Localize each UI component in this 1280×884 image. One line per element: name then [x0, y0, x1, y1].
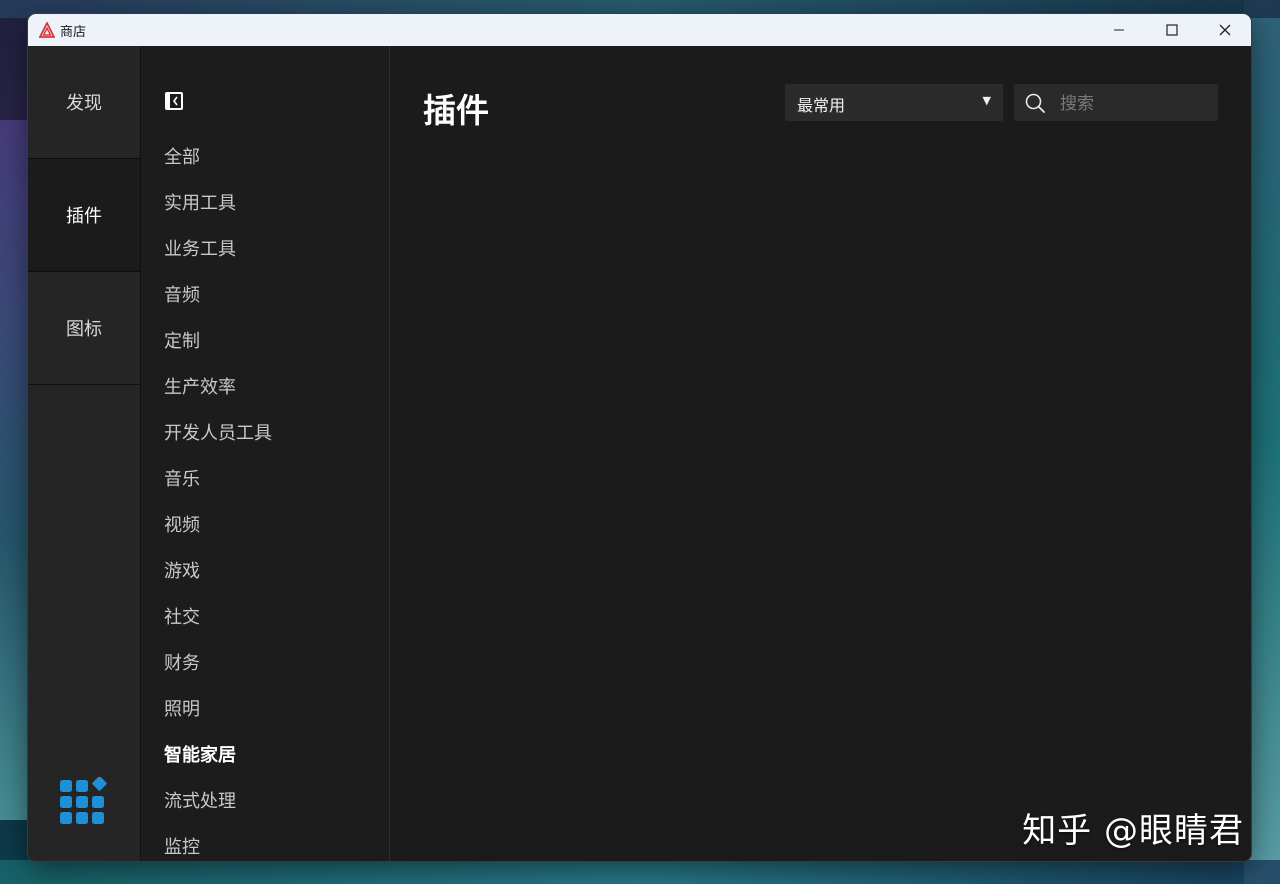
category-item-smart-home[interactable]: 智能家居	[164, 741, 272, 787]
maximize-button[interactable]	[1145, 14, 1198, 46]
category-item-games[interactable]: 游戏	[164, 557, 272, 603]
apps-grid-icon	[60, 776, 107, 824]
app-logo-icon	[38, 21, 56, 39]
category-item-developer-tools[interactable]: 开发人员工具	[164, 419, 272, 465]
title-bar[interactable]: 商店	[28, 14, 1251, 46]
store-window: 商店 发现 插件 图标 全部 实用工具 业务工具 音频 定制 生产效率 开发人员…	[28, 14, 1251, 861]
rail-item-plugins[interactable]: 插件	[28, 159, 140, 272]
caret-down-icon: ▼	[982, 94, 991, 107]
rail-item-label: 图标	[66, 319, 102, 340]
category-item-finance[interactable]: 财务	[164, 649, 272, 695]
category-item-audio[interactable]: 音频	[164, 281, 272, 327]
search-icon	[1025, 93, 1045, 113]
search-input[interactable]	[1058, 88, 1212, 119]
rail-item-label: 插件	[66, 206, 102, 227]
primary-nav-rail: 发现 插件 图标	[28, 46, 141, 861]
wallpaper-streak-bottom	[0, 860, 1280, 884]
category-item-video[interactable]: 视频	[164, 511, 272, 557]
sort-selected-value: 最常用	[797, 96, 846, 115]
rail-item-discover[interactable]: 发现	[28, 46, 140, 159]
window-title: 商店	[60, 24, 87, 40]
watermark: 知乎 @眼睛君	[1022, 811, 1244, 851]
category-item-customization[interactable]: 定制	[164, 327, 272, 373]
category-item-music[interactable]: 音乐	[164, 465, 272, 511]
minimize-icon	[1113, 29, 1124, 31]
category-item-productivity[interactable]: 生产效率	[164, 373, 272, 419]
sort-dropdown[interactable]: 最常用 ▼	[785, 84, 1003, 121]
rail-item-label: 发现	[66, 93, 102, 114]
window-controls	[1092, 14, 1251, 46]
maximize-icon	[1165, 24, 1178, 36]
category-item-utilities[interactable]: 实用工具	[164, 189, 272, 235]
category-item-lighting[interactable]: 照明	[164, 695, 272, 741]
page-title: 插件	[423, 91, 489, 130]
category-item-business-tools[interactable]: 业务工具	[164, 235, 272, 281]
search-box	[1014, 84, 1218, 121]
rail-item-icons[interactable]: 图标	[28, 272, 140, 385]
category-list: 全部 实用工具 业务工具 音频 定制 生产效率 开发人员工具 音乐 视频 游戏 …	[164, 143, 272, 861]
sidebar-collapse-button[interactable]	[164, 91, 184, 111]
close-button[interactable]	[1198, 14, 1251, 46]
minimize-button[interactable]	[1092, 14, 1145, 46]
sidebar-collapse-icon	[165, 92, 183, 110]
category-panel: 全部 实用工具 业务工具 音频 定制 生产效率 开发人员工具 音乐 视频 游戏 …	[141, 46, 390, 861]
close-icon	[1219, 24, 1230, 36]
main-content: 插件 最常用 ▼	[390, 46, 1251, 861]
category-item-all[interactable]: 全部	[164, 143, 272, 189]
category-item-monitoring[interactable]: 监控	[164, 833, 272, 861]
category-item-streaming[interactable]: 流式处理	[164, 787, 272, 833]
apps-grid-button[interactable]	[59, 776, 109, 829]
category-item-social[interactable]: 社交	[164, 603, 272, 649]
